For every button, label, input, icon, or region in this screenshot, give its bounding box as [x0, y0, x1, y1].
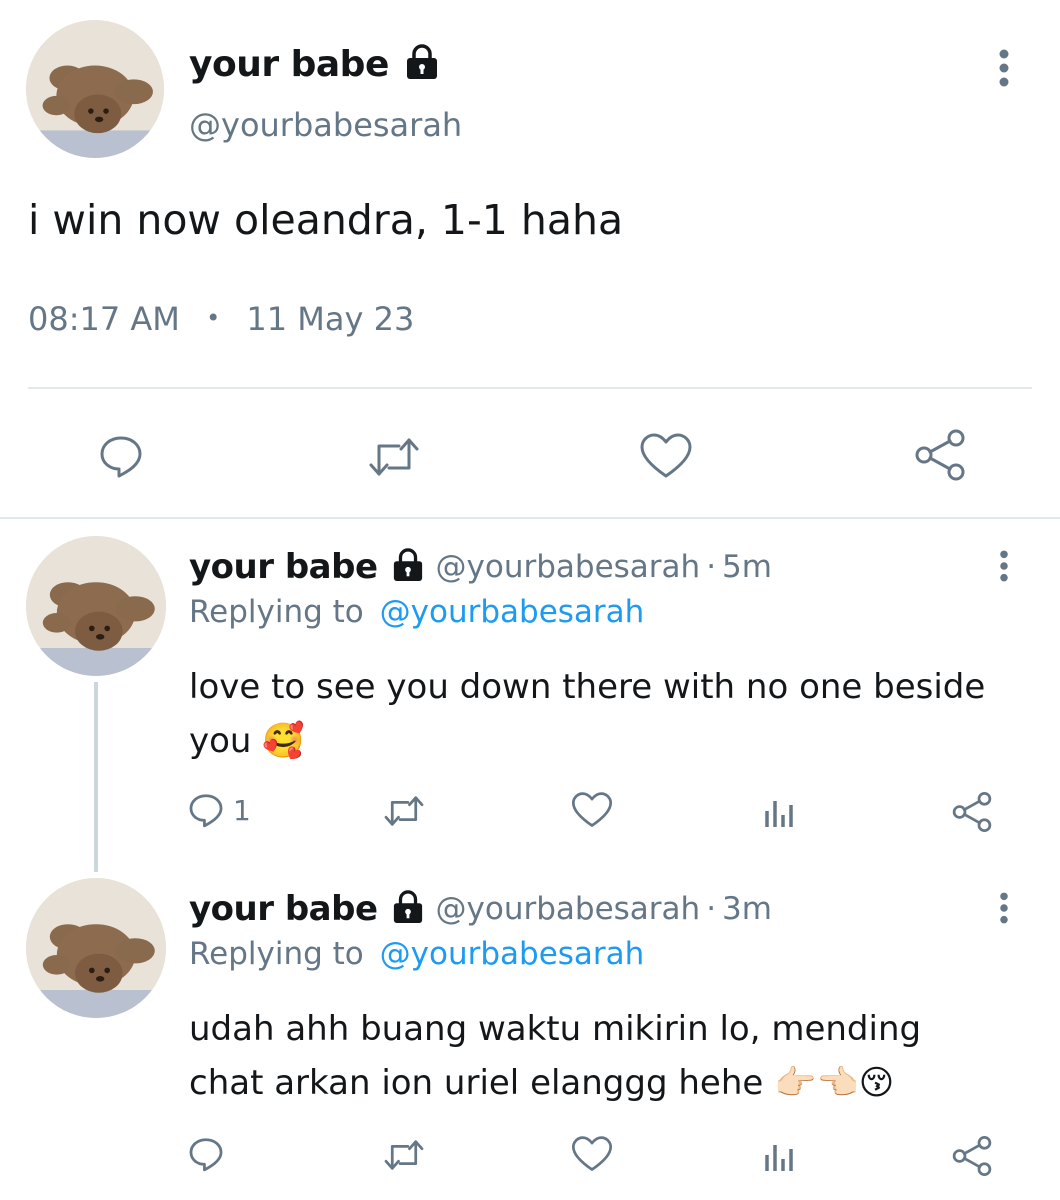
like-button[interactable]: [570, 790, 614, 830]
retweet-button[interactable]: [362, 430, 426, 484]
reply-age: 5m: [722, 549, 772, 585]
heart-icon: [571, 1136, 613, 1171]
replying-prefix: Replying to: [189, 936, 364, 972]
share-button[interactable]: [948, 1134, 996, 1178]
heart-icon: [640, 433, 692, 478]
retweet-icon: [384, 1140, 424, 1170]
lock-icon: [392, 548, 424, 586]
reply-bubble-icon: [189, 1138, 223, 1172]
share-button[interactable]: [948, 790, 996, 834]
reply-text: love to see you down there with no one b…: [189, 660, 985, 768]
analytics-button[interactable]: [760, 792, 800, 832]
reply-button[interactable]: 1: [187, 790, 267, 830]
display-name[interactable]: your babe: [189, 889, 378, 929]
reply-text-line: udah ahh buang waktu mikirin lo, mending: [189, 1009, 922, 1049]
reply-text-line: chat arkan ion uriel elanggg hehe 👉🏻👈🏻😚: [189, 1063, 895, 1103]
tweet-text: i win now oleandra, 1-1 haha: [28, 196, 624, 244]
reply-bubble-icon: [100, 436, 142, 478]
lock-icon: [405, 44, 439, 84]
replying-to: Replying to @yourbabesarah: [189, 594, 644, 630]
section-divider: [0, 517, 1060, 519]
user-handle[interactable]: @yourbabesarah: [189, 106, 462, 144]
replying-to: Replying to @yourbabesarah: [189, 936, 644, 972]
tweet-date: 11 May 23: [246, 300, 415, 338]
user-handle[interactable]: @yourbabesarah: [436, 891, 701, 927]
more-vertical-icon: [999, 49, 1009, 87]
share-icon: [952, 791, 992, 833]
replying-to-link[interactable]: @yourbabesarah: [380, 936, 645, 972]
tweet-time: 08:17 AM: [28, 300, 180, 338]
share-button[interactable]: [910, 426, 970, 484]
avatar[interactable]: [26, 20, 164, 158]
like-button[interactable]: [636, 428, 696, 484]
age-separator: ·: [706, 549, 717, 585]
lock-icon: [392, 890, 424, 928]
reply-count: 1: [233, 793, 251, 827]
thread-line: [94, 682, 98, 872]
reply-header: your babe @yourbabesarah · 3m: [189, 884, 772, 934]
reply-text-line: you 🥰: [189, 721, 305, 761]
more-options-button[interactable]: [984, 546, 1024, 586]
tweet-timestamp: 08:17 AM • 11 May 23: [28, 300, 414, 338]
analytics-bar-icon: [765, 801, 793, 827]
more-vertical-icon: [1000, 892, 1008, 924]
reply-bubble-icon: [189, 794, 223, 828]
heart-icon: [571, 792, 613, 827]
display-name[interactable]: your babe: [189, 44, 389, 85]
display-name[interactable]: your babe: [189, 547, 378, 587]
more-options-button[interactable]: [984, 46, 1024, 90]
retweet-icon: [384, 796, 424, 826]
author-name-row: your babe: [189, 40, 439, 88]
reply-button[interactable]: [93, 428, 149, 484]
retweet-button[interactable]: [380, 1136, 428, 1174]
replying-prefix: Replying to: [189, 594, 364, 630]
replying-to-link[interactable]: @yourbabesarah: [380, 594, 645, 630]
analytics-bar-icon: [765, 1145, 793, 1171]
analytics-button[interactable]: [760, 1136, 800, 1176]
user-handle[interactable]: @yourbabesarah: [436, 549, 701, 585]
reply-header: your babe @yourbabesarah · 5m: [189, 542, 772, 592]
share-icon: [952, 1135, 992, 1177]
like-button[interactable]: [570, 1134, 614, 1174]
reply-age: 3m: [722, 891, 772, 927]
timestamp-separator: •: [206, 304, 221, 332]
avatar[interactable]: [26, 878, 166, 1018]
age-separator: ·: [706, 891, 717, 927]
retweet-button[interactable]: [380, 792, 428, 830]
more-options-button[interactable]: [984, 888, 1024, 928]
avatar[interactable]: [26, 536, 166, 676]
divider: [28, 387, 1032, 389]
reply-text: udah ahh buang waktu mikirin lo, mending…: [189, 1002, 921, 1110]
reply-button[interactable]: [187, 1134, 267, 1174]
more-vertical-icon: [1000, 550, 1008, 582]
share-icon: [915, 429, 965, 481]
reply-text-line: love to see you down there with no one b…: [189, 667, 986, 707]
retweet-icon: [369, 438, 419, 476]
